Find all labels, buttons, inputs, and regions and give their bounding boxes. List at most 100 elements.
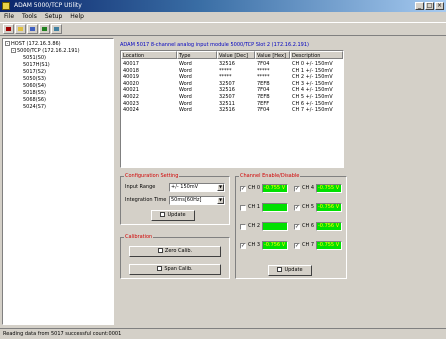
col-header-value-hex[interactable]: Value [Hex] (255, 51, 290, 59)
table-cell: 32507 (219, 80, 235, 87)
chevron-down-icon[interactable]: ▼ (217, 184, 224, 191)
toolbar-network-button[interactable] (39, 24, 50, 34)
integration-time-select[interactable]: 50ms[60Hz] ▼ (169, 196, 225, 205)
config-update-button[interactable]: Update (151, 210, 195, 221)
window-title: ADAM 5000/TCP Utility (14, 2, 82, 9)
channel-checkbox-1[interactable] (240, 205, 246, 211)
channel-checkbox-2[interactable] (240, 224, 246, 230)
channel-update-button[interactable]: Update (268, 265, 312, 276)
integration-time-label: Integration Time (125, 197, 167, 203)
tree-host-node[interactable]: - HOST (172.16.3.86) (5, 41, 61, 48)
chevron-down-icon[interactable]: ▼ (217, 197, 224, 204)
table-cell: 32516 (219, 61, 235, 67)
configuration-group: Configuration Setting Input Range +/- 15… (120, 173, 230, 225)
toolbar-open-button[interactable] (15, 24, 26, 34)
table-cell: Word (179, 100, 192, 107)
input-range-select[interactable]: +/- 150mV ▼ (169, 183, 225, 192)
channel-group-title: Channel Enable/Disable (239, 173, 301, 179)
table-cell: Word (179, 67, 192, 74)
table-cell: CH 0 +/- 150mV (292, 61, 333, 67)
tree-slot-0[interactable]: 5051(S0) (23, 55, 46, 62)
tree-slot-2[interactable]: 5017(S2) (23, 69, 46, 76)
table-cell: 40018 (123, 67, 139, 74)
channel-value-2 (262, 222, 288, 231)
table-cell: ***** (219, 67, 232, 74)
span-calib-button[interactable]: Span Calib. (129, 264, 221, 275)
tree-slot-7[interactable]: 5024(S7) (23, 104, 46, 111)
title-bar[interactable]: ADAM 5000/TCP Utility _ □ × (0, 0, 446, 12)
col-header-description[interactable]: Description (290, 51, 343, 59)
channel-group: Channel Enable/Disable ✓ CH 0 -0.755 V CH 1… (235, 173, 347, 279)
col-header-location[interactable]: Location (121, 51, 177, 59)
toolbar-exit-button[interactable] (3, 24, 14, 34)
network-icon (42, 27, 47, 31)
close-button[interactable]: × (435, 2, 444, 10)
menu-tools[interactable]: Tools (22, 12, 37, 22)
menu-bar: File Tools Setup Help (0, 12, 446, 22)
table-cell: Word (179, 94, 192, 100)
device-tree[interactable]: - HOST (172.16.3.86) -5000/TCP (172.16.2.… (2, 38, 114, 325)
tree-slot-6[interactable]: 5068(S6) (23, 97, 46, 104)
channel-value-0: -0.755 V (262, 184, 288, 193)
table-cell: 7F04 (257, 61, 270, 67)
table-cell: 32507 (219, 94, 235, 100)
calibration-title: Calibration (124, 234, 154, 240)
update-icon (277, 267, 283, 272)
monitor-icon (54, 27, 59, 31)
channel-checkbox-3[interactable]: ✓ (240, 243, 246, 249)
menu-setup[interactable]: Setup (45, 12, 62, 22)
toolbar-search-button[interactable] (27, 24, 38, 34)
channel-label-7: CH 7 (302, 242, 315, 248)
channel-checkbox-4[interactable]: ✓ (294, 186, 300, 192)
col-header-value-dec[interactable]: Value [Dec] (217, 51, 255, 59)
status-bar: Reading data from 5017 successful count:… (0, 328, 446, 339)
input-range-value: +/- 150mV (171, 184, 199, 190)
table-cell: ***** (219, 74, 232, 81)
channel-value-7: -0.755 V (316, 241, 342, 250)
channel-label-6: CH 6 (302, 223, 315, 229)
table-cell: 40023 (123, 100, 139, 107)
window-controls: _ □ × (415, 2, 444, 10)
table-cell: CH 3 +/- 150mV (292, 80, 333, 87)
toolbar-monitor-button[interactable] (51, 24, 62, 34)
register-table[interactable]: Location Type Value [Dec] Value [Hex] De… (120, 50, 344, 168)
tree-slot-5[interactable]: 5018(S5) (23, 90, 46, 97)
table-cell: 7EFB (257, 94, 270, 100)
update-icon (160, 212, 166, 217)
collapse-icon[interactable]: - (5, 41, 10, 46)
tree-slot-4[interactable]: 5060(S4) (23, 83, 46, 90)
table-cell: 40022 (123, 94, 139, 100)
table-cell: CH 7 +/- 150mV (292, 107, 333, 114)
table-cell: Word (179, 61, 192, 67)
table-cell: CH 1 +/- 150mV (292, 67, 333, 74)
table-cell: 40024 (123, 107, 139, 114)
table-cell: 40021 (123, 87, 139, 94)
menu-file[interactable]: File (4, 12, 14, 22)
table-cell: CH 4 +/- 150mV (292, 87, 333, 94)
table-cell: 7F04 (257, 107, 270, 114)
menu-help[interactable]: Help (70, 12, 84, 22)
maximize-button[interactable]: □ (425, 2, 434, 10)
channel-checkbox-6[interactable]: ✓ (294, 224, 300, 230)
table-cell: Word (179, 74, 192, 81)
table-cell: 32511 (219, 100, 235, 107)
zero-calib-button[interactable]: Zero Calib. (129, 246, 221, 257)
tree-slot-1[interactable]: 5017H(S1) (23, 62, 50, 69)
channel-checkbox-0[interactable]: ✓ (240, 186, 246, 192)
module-title: ADAM 5017 8-channel analog input module … (120, 42, 309, 48)
tree-slot-3[interactable]: 5050(S3) (23, 76, 46, 83)
calibrate-icon (157, 248, 163, 253)
tree-device-node[interactable]: -5000/TCP (172.16.2.191) (11, 48, 80, 55)
channel-checkbox-7[interactable]: ✓ (294, 243, 300, 249)
channel-checkbox-5[interactable]: ✓ (294, 205, 300, 211)
minimize-button[interactable]: _ (415, 2, 424, 10)
exit-icon (6, 27, 11, 31)
module-panel: ADAM 5017 8-channel analog input module … (116, 38, 444, 325)
channel-label-3: CH 3 (248, 242, 261, 248)
table-cell: ***** (257, 67, 270, 74)
col-header-type[interactable]: Type (177, 51, 217, 59)
channel-label-5: CH 5 (302, 204, 315, 210)
collapse-icon[interactable]: - (11, 48, 16, 53)
table-cell: 7EFF (257, 100, 270, 107)
table-cell: Word (179, 87, 192, 94)
